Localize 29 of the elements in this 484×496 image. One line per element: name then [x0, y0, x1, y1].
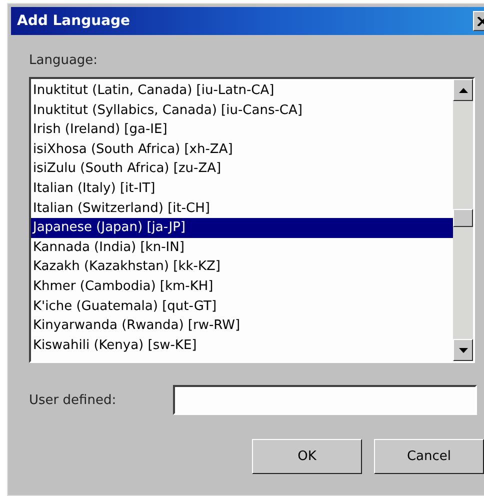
scrollbar[interactable] — [453, 79, 473, 361]
list-item[interactable]: Kiswahili (Kenya) [sw-KE] — [31, 336, 453, 356]
list-item[interactable]: Irish (Ireland) [ga-IE] — [31, 120, 453, 140]
scroll-down-button[interactable] — [453, 339, 473, 361]
list-item[interactable]: Italian (Italy) [it-IT] — [31, 178, 453, 199]
dialog-button[interactable]: OK — [252, 439, 362, 474]
scroll-up-button[interactable] — [453, 79, 473, 101]
list-item[interactable]: Italian (Switzerland) [it-CH] — [31, 198, 453, 218]
user-defined-field[interactable] — [173, 385, 477, 415]
down-arrow-icon — [458, 348, 468, 352]
list-item[interactable]: isiXhosa (South Africa) [xh-ZA] — [31, 140, 453, 160]
scroll-thumb[interactable] — [453, 209, 473, 227]
window-title: Add Language — [17, 13, 130, 29]
list-item[interactable]: isiZulu (South Africa) [zu-ZA] — [31, 159, 453, 179]
list-item[interactable]: Japanese (Japan) [ja-JP] — [31, 218, 453, 238]
up-arrow-icon — [458, 88, 468, 92]
dialog-button[interactable]: Cancel — [374, 439, 484, 474]
close-icon — [477, 17, 484, 26]
close-button[interactable] — [473, 11, 484, 31]
language-list[interactable] — [29, 77, 475, 363]
language-label: Language: — [29, 53, 99, 70]
user-defined-label: User defined: — [29, 392, 118, 408]
list-item[interactable]: Kinyarwanda (Rwanda) [rw-RW] — [31, 316, 453, 336]
list-item[interactable]: Inuktitut (Latin, Canada) [iu-Latn-CA] — [31, 81, 453, 101]
list-item[interactable]: Kazakh (Kazakhstan) [kk-KZ] — [31, 257, 453, 277]
list-item[interactable]: K'iche (Guatemala) [qut-GT] — [31, 296, 453, 316]
list-item[interactable]: Inuktitut (Syllabics, Canada) [iu-Cans-CA] — [31, 100, 453, 120]
list-item[interactable]: Kannada (India) [kn-IN] — [31, 238, 453, 258]
list-item[interactable]: Khmer (Cambodia) [km-KH] — [31, 276, 453, 297]
